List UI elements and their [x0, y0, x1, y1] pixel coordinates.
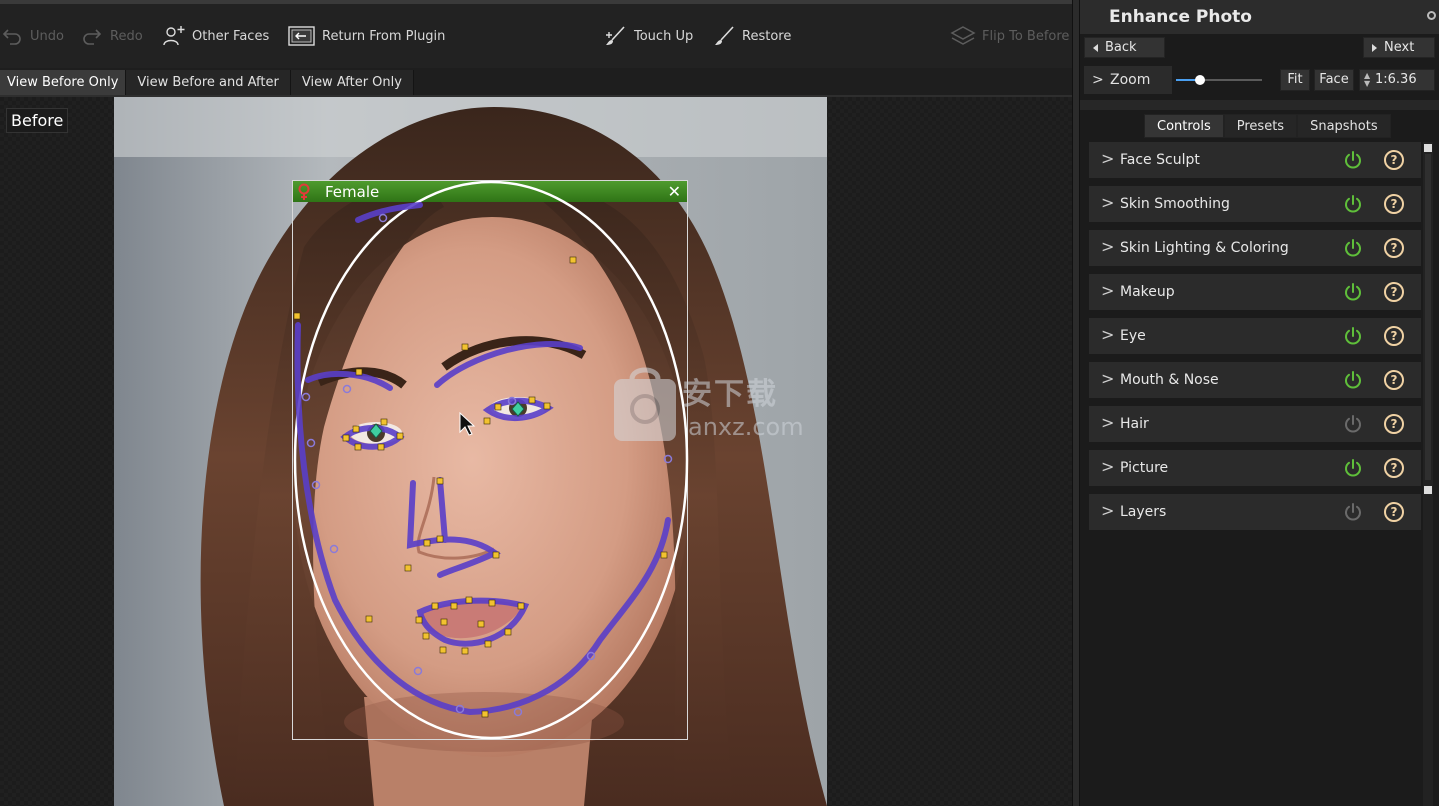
zoom-toggle[interactable]: > Zoom	[1084, 66, 1172, 94]
help-icon[interactable]: ?	[1384, 326, 1404, 346]
fit-button[interactable]: Fit	[1280, 69, 1310, 91]
help-icon[interactable]: ?	[1384, 194, 1404, 214]
next-label: Next	[1384, 40, 1415, 55]
next-arrow-icon	[1372, 43, 1377, 52]
help-icon[interactable]: ?	[1384, 458, 1404, 478]
panel-scrollbar[interactable]	[1423, 142, 1433, 806]
control-picture[interactable]: > Picture?	[1089, 450, 1421, 486]
watermark: 安下载 anxz.com	[610, 365, 825, 445]
control-label: Eye	[1120, 328, 1146, 344]
back-arrow-icon	[1093, 43, 1098, 52]
zoom-ratio-stepper[interactable]: ▲ ▼ 1:6.36	[1359, 69, 1435, 91]
control-label: Face Sculpt	[1120, 152, 1200, 168]
control-label: Picture	[1120, 460, 1169, 476]
face-zoom-button[interactable]: Face	[1314, 69, 1354, 91]
zoom-slider-knob[interactable]	[1195, 75, 1206, 85]
watermark-bag-icon	[614, 367, 676, 441]
power-icon[interactable]	[1343, 194, 1363, 214]
help-icon[interactable]: ?	[1384, 150, 1404, 170]
control-layers[interactable]: > Layers?	[1089, 494, 1421, 530]
chevron-right-icon: >	[1101, 501, 1115, 520]
control-eye[interactable]: > Eye?	[1089, 318, 1421, 354]
help-icon[interactable]: ?	[1384, 414, 1404, 434]
mouse-cursor-icon	[459, 411, 476, 436]
power-icon[interactable]	[1343, 458, 1363, 478]
controls-list: > Face Sculpt? > Skin Smoothing? > Skin Light…	[1089, 142, 1421, 538]
control-makeup[interactable]: > Makeup?	[1089, 274, 1421, 310]
zoom-slider[interactable]	[1176, 75, 1262, 85]
chevron-right-icon: >	[1101, 457, 1115, 476]
control-skin-smoothing[interactable]: > Skin Smoothing?	[1089, 186, 1421, 222]
control-skin-lighting-and-coloring[interactable]: > Skin Lighting & Coloring?	[1089, 230, 1421, 266]
chevron-right-icon: >	[1092, 72, 1104, 88]
face-contour-lines	[294, 202, 671, 716]
chevron-right-icon: >	[1101, 149, 1115, 168]
control-label: Layers	[1120, 504, 1167, 520]
watermark-text-cn: 安下载	[682, 377, 778, 412]
panel-splitter[interactable]	[1072, 0, 1080, 806]
landmark-points[interactable]	[293, 256, 668, 718]
tab-snapshots[interactable]: Snapshots	[1297, 114, 1391, 138]
panel-title: Enhance Photo	[1109, 7, 1252, 27]
panel-tabs: Controls Presets Snapshots	[1144, 114, 1391, 138]
help-icon[interactable]: ?	[1384, 238, 1404, 258]
help-icon[interactable]: ?	[1384, 370, 1404, 390]
scrollbar-thumb[interactable]	[1425, 154, 1431, 480]
power-icon[interactable]	[1343, 282, 1363, 302]
face-outline-ellipse[interactable]	[293, 180, 689, 740]
control-label: Makeup	[1120, 284, 1175, 300]
tab-controls[interactable]: Controls	[1144, 114, 1224, 138]
panel-options-icon[interactable]	[1427, 11, 1436, 20]
enhance-photo-panel: Enhance Photo Back Next > Zoom Fit Face …	[1080, 0, 1439, 806]
control-label: Skin Smoothing	[1120, 196, 1230, 212]
chevron-right-icon: >	[1101, 413, 1115, 432]
chevron-right-icon: >	[1101, 193, 1115, 212]
panel-header: Enhance Photo	[1080, 0, 1439, 34]
control-hair[interactable]: > Hair?	[1089, 406, 1421, 442]
next-button[interactable]: Next	[1363, 37, 1435, 58]
power-icon[interactable]	[1343, 326, 1363, 346]
stepper-arrows-icon: ▲ ▼	[1364, 71, 1371, 88]
power-icon[interactable]	[1343, 502, 1363, 522]
scroll-down-icon[interactable]	[1424, 486, 1432, 494]
control-mouth-and-nose[interactable]: > Mouth & Nose?	[1089, 362, 1421, 398]
back-label: Back	[1105, 40, 1137, 55]
watermark-text-en: anxz.com	[688, 413, 804, 441]
chevron-right-icon: >	[1101, 237, 1115, 256]
face-landmark-overlay	[293, 180, 689, 740]
zoom-row: > Zoom Fit Face ▲ ▼ 1:6.36	[1084, 66, 1435, 94]
control-face-sculpt[interactable]: > Face Sculpt?	[1089, 142, 1421, 178]
control-label: Hair	[1120, 416, 1149, 432]
zoom-ratio-value: 1:6.36	[1375, 72, 1417, 87]
power-icon[interactable]	[1343, 150, 1363, 170]
chevron-right-icon: >	[1101, 369, 1115, 388]
work-area: Undo Redo Other Faces Return From Plugin…	[0, 0, 1076, 806]
panel-separator	[1080, 100, 1439, 110]
control-label: Mouth & Nose	[1120, 372, 1219, 388]
control-label: Skin Lighting & Coloring	[1120, 240, 1289, 256]
tab-presets[interactable]: Presets	[1223, 114, 1298, 138]
scroll-up-icon[interactable]	[1424, 144, 1432, 152]
help-icon[interactable]: ?	[1384, 282, 1404, 302]
power-icon[interactable]	[1343, 414, 1363, 434]
zoom-label: Zoom	[1110, 72, 1151, 88]
chevron-right-icon: >	[1101, 325, 1115, 344]
power-icon[interactable]	[1343, 370, 1363, 390]
chevron-right-icon: >	[1101, 281, 1115, 300]
power-icon[interactable]	[1343, 238, 1363, 258]
help-icon[interactable]: ?	[1384, 502, 1404, 522]
back-button[interactable]: Back	[1084, 37, 1165, 58]
